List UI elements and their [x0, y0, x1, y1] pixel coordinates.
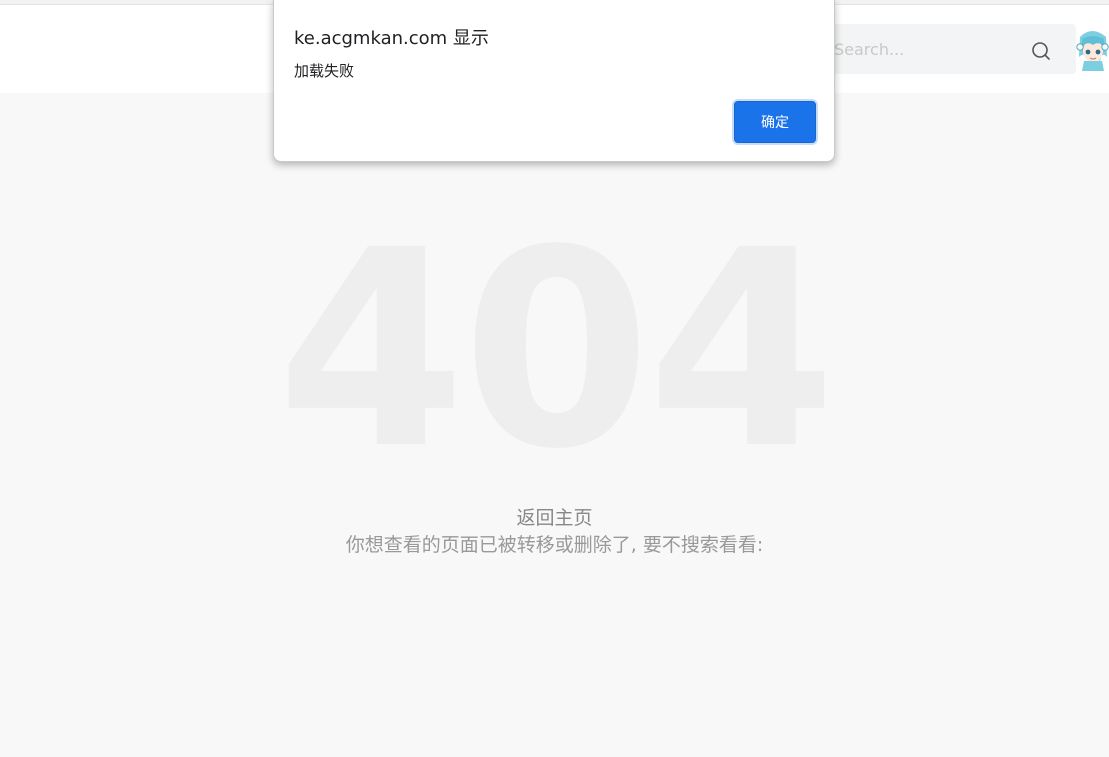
avatar[interactable] [1076, 27, 1109, 71]
error-code: 404 [276, 193, 837, 509]
ok-button[interactable]: 确定 [734, 101, 816, 143]
dialog-message: 加载失败 [294, 62, 355, 80]
dialog-title: ke.acgmkan.com 显示 [294, 28, 489, 49]
alert-dialog: ke.acgmkan.com 显示 加载失败 确定 [273, 0, 835, 162]
home-link[interactable]: 返回主页 [0, 503, 1109, 530]
not-found-message: 你想查看的页面已被转移或删除了, 要不搜索看看: [345, 534, 764, 556]
search-icon[interactable] [1030, 40, 1052, 62]
main-content: 404 返回主页 你想查看的页面已被转移或删除了, 要不搜索看看: [0, 93, 1109, 757]
search-box [820, 24, 1076, 74]
search-input[interactable] [820, 24, 1020, 74]
